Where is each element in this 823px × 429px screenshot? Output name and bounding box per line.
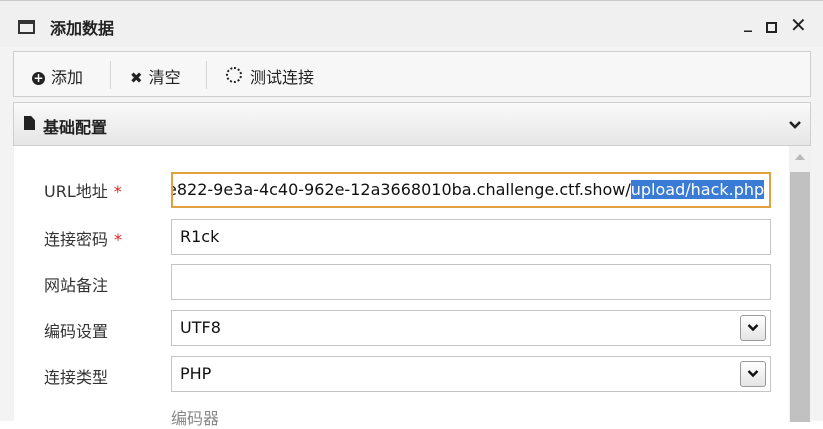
title-bar: 添加数据 _ ✕ [0, 1, 823, 47]
password-input[interactable]: R1ck [171, 219, 771, 255]
encoding-value: UTF8 [180, 318, 221, 337]
section-title: 基础配置 [43, 118, 108, 137]
scroll-thumb[interactable] [790, 172, 810, 422]
conn-type-value: PHP [180, 364, 212, 383]
basic-config-header[interactable]: 基础配置 [13, 102, 811, 146]
toolbar: + 添加 ✖ 清空 测试连接 [13, 51, 811, 97]
toolbar-divider [206, 61, 207, 89]
add-button[interactable]: + 添加 [32, 64, 83, 88]
window-icon [18, 20, 35, 34]
scroll-up-icon[interactable] [795, 154, 805, 160]
spinner-icon [226, 67, 242, 83]
url-value: e822-9e3a-4c40-962e-12a3668010ba.challen… [171, 180, 631, 199]
maximize-button[interactable] [766, 22, 777, 33]
toolbar-divider [110, 61, 111, 89]
minimize-button[interactable]: _ [744, 13, 752, 32]
url-input[interactable]: e822-9e3a-4c40-962e-12a3668010ba.challen… [171, 172, 771, 208]
conn-type-label: 连接类型 [44, 368, 109, 387]
window-title: 添加数据 [50, 19, 115, 38]
test-connection-label: 测试连接 [250, 68, 315, 87]
conn-type-select[interactable]: PHP [171, 356, 771, 392]
chevron-down-icon[interactable] [740, 361, 766, 387]
form-panel: URL地址 * e822-9e3a-4c40-962e-12a3668010ba.… [14, 146, 789, 428]
encoding-select[interactable]: UTF8 [171, 310, 771, 346]
required-marker: * [113, 182, 122, 201]
add-data-window: 添加数据 _ ✕ + 添加 ✖ 清空 测试连接 基础配置 URL地址 * e822-9… [0, 0, 823, 428]
note-input[interactable] [171, 264, 771, 300]
document-icon [24, 116, 35, 130]
url-selected-text: upload/hack.php [630, 180, 765, 199]
encoding-label: 编码设置 [44, 322, 109, 341]
required-marker: * [114, 230, 123, 249]
chevron-down-icon[interactable] [740, 315, 766, 341]
url-label: URL地址 * [44, 182, 122, 201]
add-button-label: 添加 [51, 68, 84, 87]
vertical-scrollbar[interactable] [789, 146, 811, 422]
close-button[interactable]: ✕ [790, 13, 807, 37]
clear-button-label: 清空 [148, 68, 181, 87]
encoder-label: 编码器 [171, 409, 220, 428]
x-icon: ✖ [130, 69, 143, 87]
collapse-chevron-icon[interactable] [788, 115, 802, 134]
clear-button[interactable]: ✖ 清空 [130, 64, 181, 88]
test-connection-button[interactable]: 测试连接 [226, 64, 314, 88]
note-label: 网站备注 [44, 276, 109, 295]
plus-circle-icon: + [32, 71, 45, 85]
password-label: 连接密码 * [44, 230, 123, 249]
